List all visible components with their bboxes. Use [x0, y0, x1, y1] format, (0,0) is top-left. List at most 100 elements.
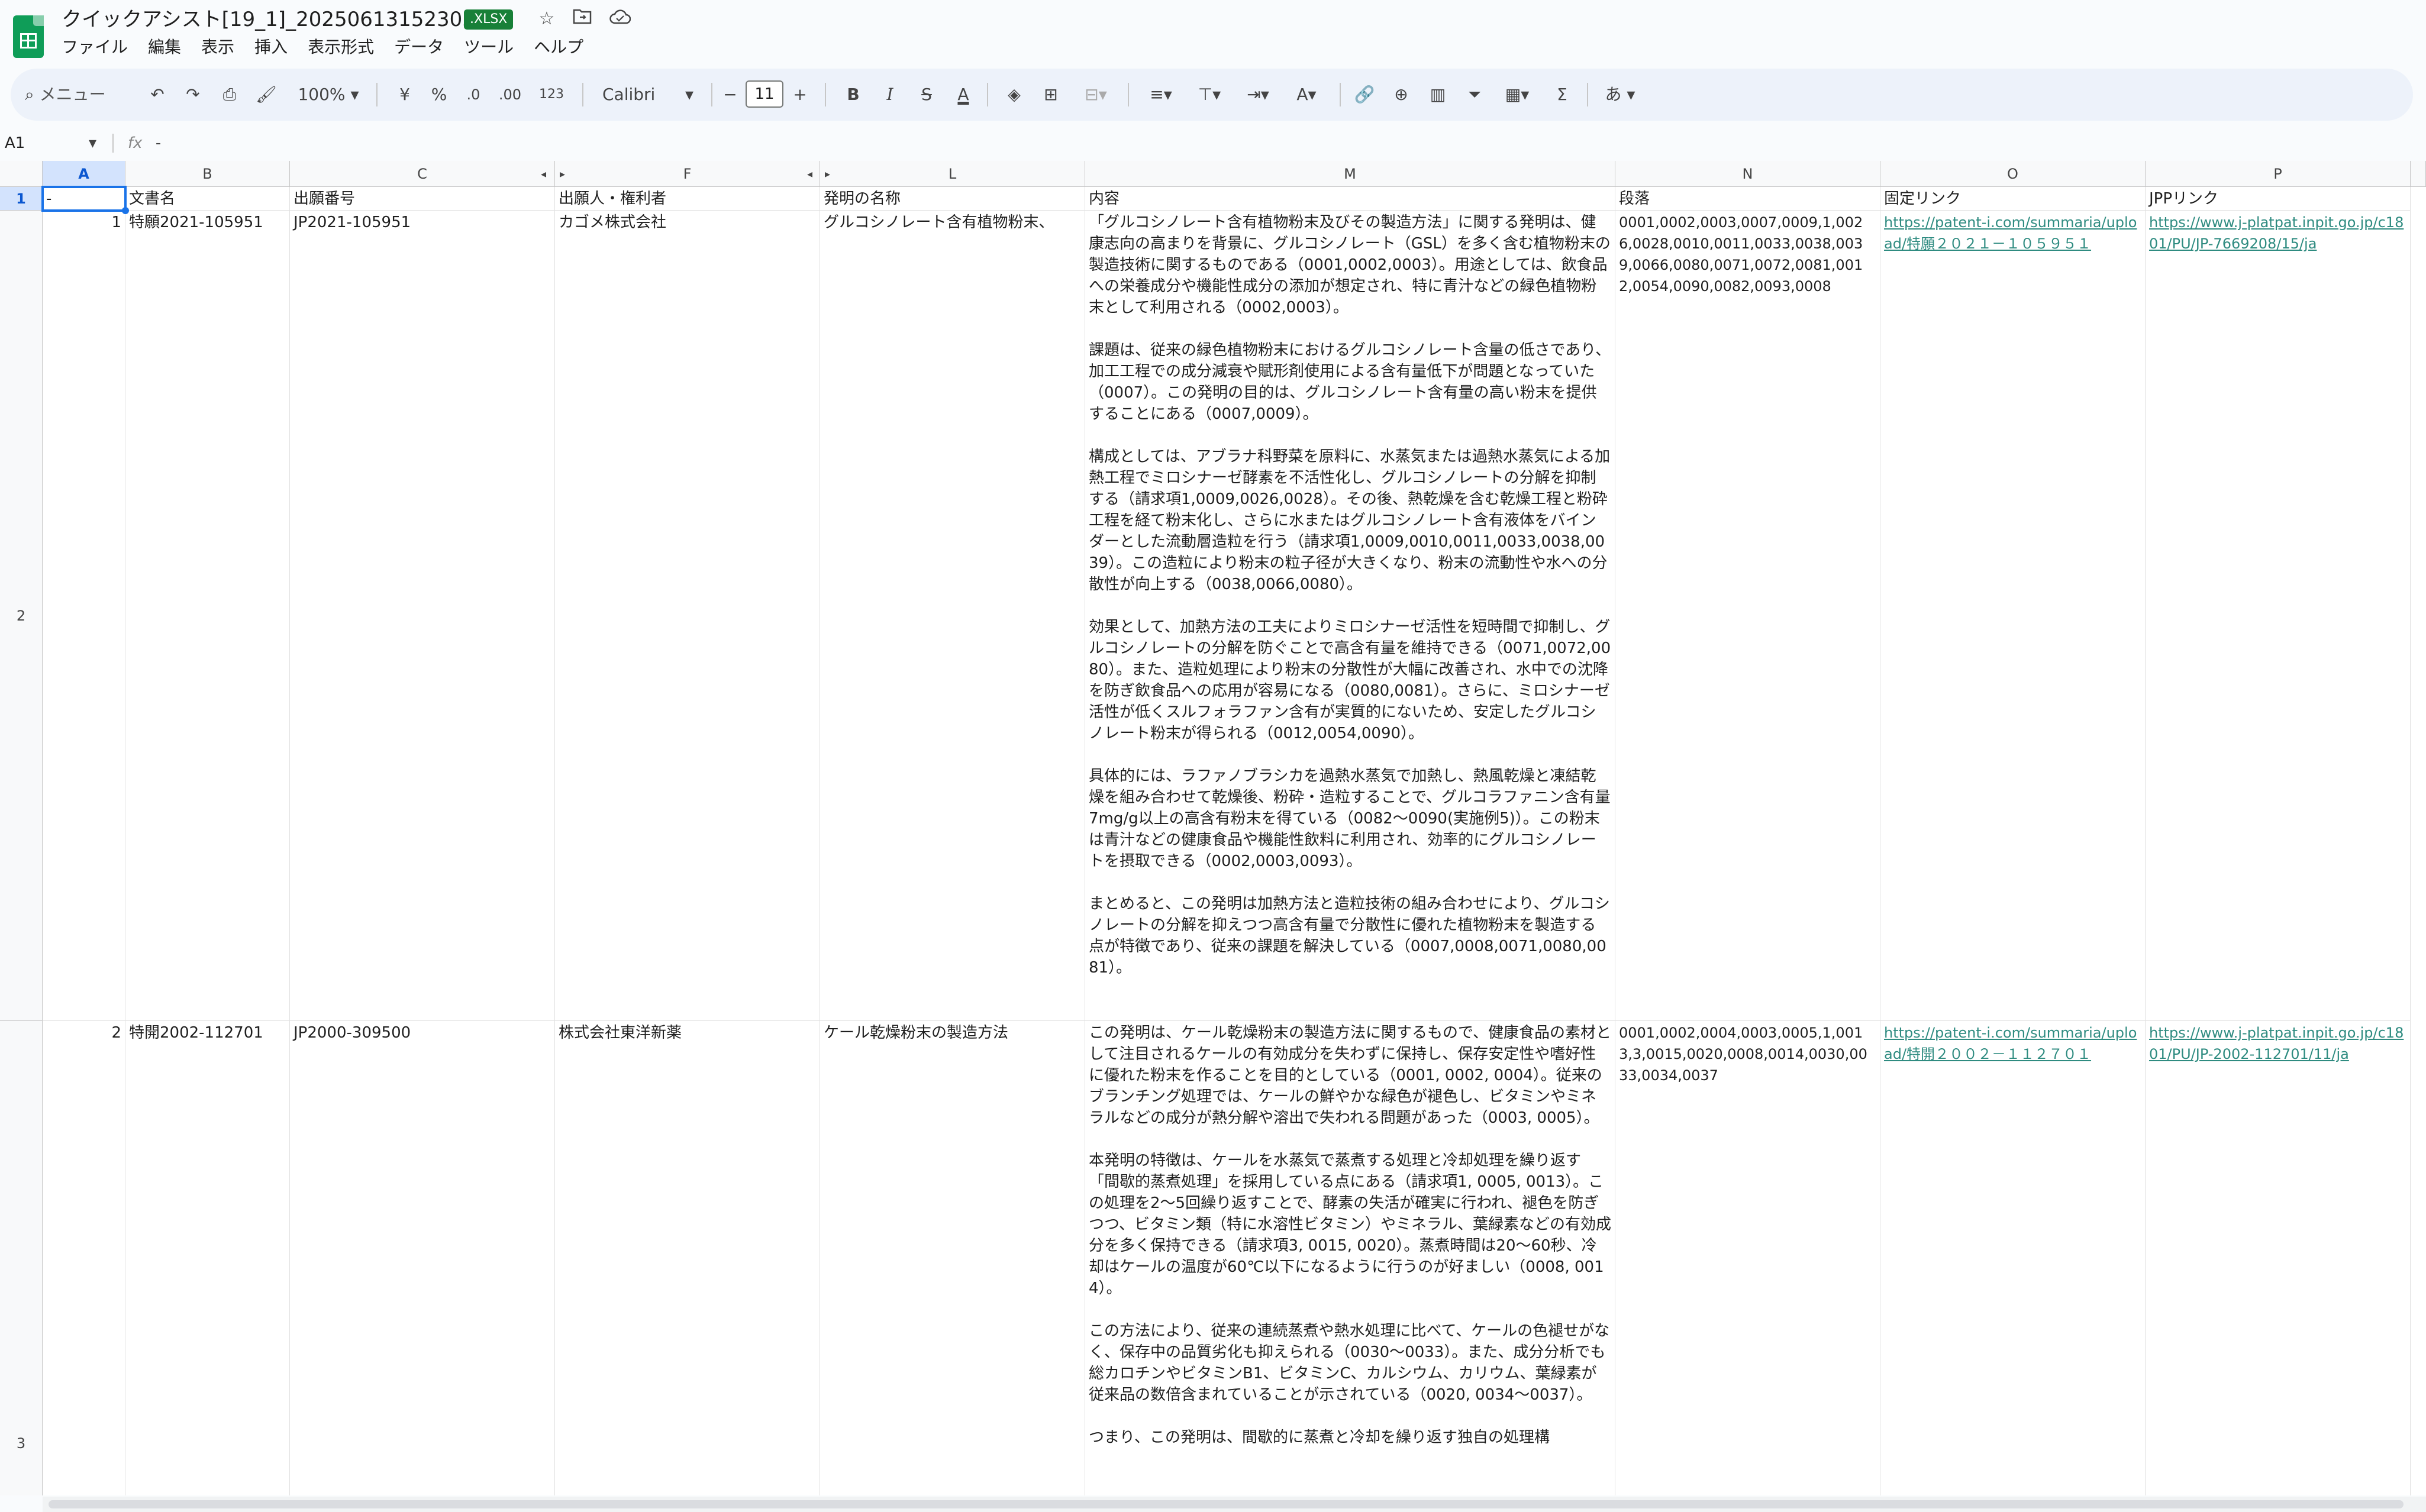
cell-a1[interactable]: -	[43, 187, 125, 211]
scrollbar-thumb[interactable]	[49, 1500, 2404, 1508]
insert-comment-icon[interactable]: ⊕	[1386, 69, 1417, 121]
cell-n3[interactable]: 0001,0002,0004,0003,0005,1,0013,3,0015,0…	[1615, 1021, 1880, 1495]
menu-tools[interactable]: ツール	[464, 35, 514, 59]
cell-m3[interactable]: この発明は、ケール乾燥粉末の製造方法に関するもので、健康食品の素材として注目され…	[1085, 1021, 1615, 1495]
cell-o1[interactable]: 固定リンク	[1880, 187, 2146, 211]
select-all-corner[interactable]	[0, 161, 43, 187]
cell-b2[interactable]: 特願2021-105951	[125, 211, 290, 1021]
increase-decimal-button[interactable]: .00	[495, 69, 525, 121]
cell-l1[interactable]: 発明の名称	[820, 187, 1085, 211]
cell-a3[interactable]: 2	[43, 1021, 125, 1495]
insert-chart-icon[interactable]: ▥	[1422, 69, 1453, 121]
folder-move-icon[interactable]	[570, 7, 594, 31]
strikethrough-button[interactable]: S	[911, 69, 942, 121]
cell-n2[interactable]: 0001,0002,0003,0007,0009,1,0026,0028,001…	[1615, 211, 1880, 1021]
text-rotation-icon[interactable]: A▾	[1284, 69, 1329, 121]
merge-cells-icon[interactable]: ⊟▾	[1073, 69, 1118, 121]
vertical-align-icon[interactable]: ⊤▾	[1187, 69, 1232, 121]
cell-f1[interactable]: 出願人・権利者	[555, 187, 820, 211]
menu-format[interactable]: 表示形式	[308, 35, 374, 59]
cell-p1[interactable]: JPPリンク	[2146, 187, 2411, 211]
menu-bar: ファイル 編集 表示 挿入 表示形式 データ ツール ヘルプ	[62, 35, 583, 59]
document-title[interactable]: クイックアシスト[19_1]_20250613152305	[62, 6, 475, 33]
column-header-p[interactable]: P	[2146, 161, 2411, 187]
cell-p2-link[interactable]: https://www.j-platpat.inpit.go.jp/c1801/…	[2146, 211, 2411, 1021]
cell-c1[interactable]: 出願番号	[290, 187, 555, 211]
print-icon[interactable]: ⎙	[214, 69, 245, 121]
text-color-button[interactable]: A	[948, 69, 979, 121]
cell-a2[interactable]: 1	[43, 211, 125, 1021]
font-size-input[interactable]: 11	[746, 80, 783, 108]
paint-format-icon[interactable]: 🖌	[251, 69, 282, 121]
cell-c2[interactable]: JP2021-105951	[290, 211, 555, 1021]
formula-input[interactable]: -	[156, 134, 161, 152]
column-header-a[interactable]: A	[43, 161, 125, 187]
column-header-b[interactable]: B	[125, 161, 290, 187]
menu-search-label: メニュー	[39, 85, 106, 104]
cell-f2[interactable]: カゴメ株式会社	[555, 211, 820, 1021]
fill-handle[interactable]	[122, 207, 129, 214]
menu-file[interactable]: ファイル	[62, 35, 128, 59]
number-format-button[interactable]: 123	[534, 69, 569, 121]
cell-b1[interactable]: 文書名	[125, 187, 290, 211]
bold-button[interactable]: B	[838, 69, 869, 121]
formula-bar[interactable]: fx -	[116, 131, 2412, 155]
currency-format-button[interactable]: ¥	[389, 69, 420, 121]
cell-l2[interactable]: グルコシノレート含有植物粉末、	[820, 211, 1085, 1021]
hidden-columns-left-arrow-icon[interactable]: ◂	[541, 168, 546, 180]
spreadsheet-grid[interactable]: A B C F L M N O P ◂ ▸ ◂ ▸ 1 2 3 - 文書名 出願…	[0, 161, 2426, 1495]
cell-l3[interactable]: ケール乾燥粉末の製造方法	[820, 1021, 1085, 1495]
column-header-n[interactable]: N	[1615, 161, 1880, 187]
menu-edit[interactable]: 編集	[148, 35, 181, 59]
insert-link-icon[interactable]: 🔗	[1349, 69, 1380, 121]
column-header-o[interactable]: O	[1880, 161, 2146, 187]
row-header-2[interactable]: 2	[0, 211, 43, 1021]
column-header-f[interactable]: F	[555, 161, 820, 187]
star-icon[interactable]: ☆	[535, 7, 559, 31]
borders-icon[interactable]: ⊞	[1035, 69, 1066, 121]
column-header-m[interactable]: M	[1085, 161, 1615, 187]
hidden-columns-right-arrow-icon[interactable]: ▸	[825, 168, 830, 180]
menu-view[interactable]: 表示	[201, 35, 234, 59]
cell-f3[interactable]: 株式会社東洋新薬	[555, 1021, 820, 1495]
row-header-1[interactable]: 1	[0, 187, 43, 211]
percent-format-button[interactable]: %	[424, 69, 454, 121]
cell-o2-link[interactable]: https://patent-i.com/summaria/upload/特願２…	[1880, 211, 2146, 1021]
decrease-decimal-button[interactable]: .0	[458, 69, 489, 121]
hidden-columns-right-arrow-icon[interactable]: ▸	[560, 168, 565, 180]
cell-o3-link[interactable]: https://patent-i.com/summaria/upload/特開２…	[1880, 1021, 2146, 1495]
font-select[interactable]: Calibri ▾	[596, 69, 721, 121]
column-header-l[interactable]: L	[820, 161, 1085, 187]
name-box[interactable]: A1 ▾	[5, 131, 105, 155]
font-size-decrease-button[interactable]: −	[715, 69, 746, 121]
cell-b3[interactable]: 特開2002-112701	[125, 1021, 290, 1495]
menu-help[interactable]: ヘルプ	[534, 35, 583, 59]
horizontal-scrollbar[interactable]	[43, 1497, 2426, 1512]
horizontal-align-icon[interactable]: ≡▾	[1138, 69, 1183, 121]
column-header-c[interactable]: C	[290, 161, 555, 187]
column-header-q[interactable]	[2411, 161, 2426, 187]
zoom-select[interactable]: 100% ▾	[296, 69, 361, 121]
cell-p3-link[interactable]: https://www.j-platpat.inpit.go.jp/c1801/…	[2146, 1021, 2411, 1495]
cell-m1[interactable]: 内容	[1085, 187, 1615, 211]
font-size-increase-button[interactable]: +	[785, 69, 815, 121]
cell-c3[interactable]: JP2000-309500	[290, 1021, 555, 1495]
cloud-status-icon[interactable]	[608, 7, 632, 31]
sheets-logo-icon[interactable]	[13, 15, 44, 58]
undo-icon[interactable]: ↶	[142, 69, 173, 121]
filter-views-icon[interactable]: ▦▾	[1495, 69, 1540, 121]
menu-search[interactable]: ⌕ メニュー	[25, 69, 143, 121]
menu-insert[interactable]: 挿入	[254, 35, 288, 59]
italic-button[interactable]: I	[875, 69, 905, 121]
redo-icon[interactable]: ↷	[178, 69, 208, 121]
menu-data[interactable]: データ	[394, 35, 444, 59]
text-wrap-icon[interactable]: ⇥▾	[1235, 69, 1280, 121]
input-tools-button[interactable]: あ ▾	[1596, 69, 1644, 121]
cell-n1[interactable]: 段落	[1615, 187, 1880, 211]
row-header-3[interactable]: 3	[0, 1021, 43, 1495]
hidden-columns-left-arrow-icon[interactable]: ◂	[807, 168, 812, 180]
filter-icon[interactable]: ⏷	[1459, 69, 1490, 121]
fill-color-icon[interactable]: ◈	[999, 69, 1030, 121]
functions-icon[interactable]: Σ	[1547, 69, 1577, 121]
cell-m2[interactable]: 「グルコシノレート含有植物粉末及びその製造方法」に関する発明は、健康志向の高まり…	[1085, 211, 1615, 1021]
